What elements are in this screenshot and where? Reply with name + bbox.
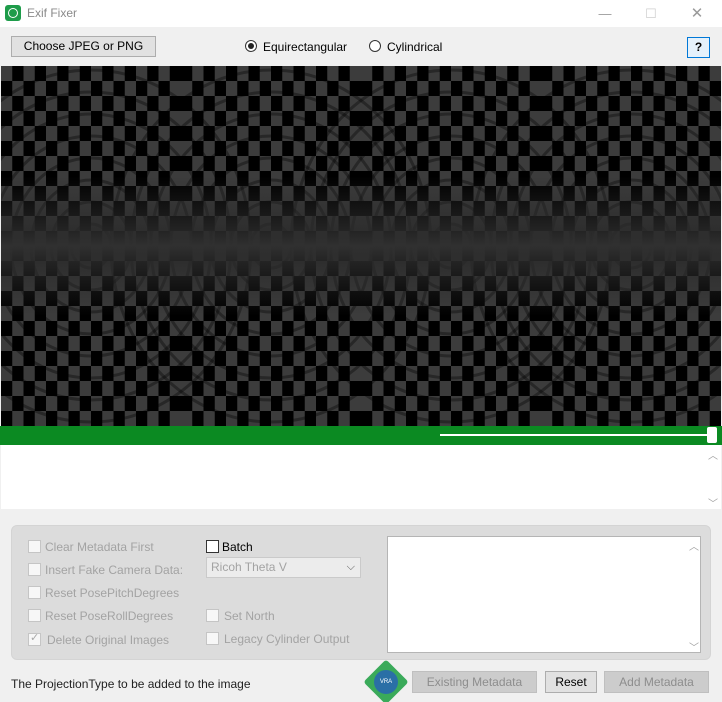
radio-cylindrical-label[interactable]: Cylindrical (387, 40, 442, 54)
close-button[interactable]: ✕ (674, 0, 720, 27)
scroll-up-icon[interactable]: ︿ (708, 447, 718, 462)
chevron-down-icon: ⌵ (346, 561, 355, 573)
scroll-down-icon[interactable]: ﹀ (689, 639, 699, 654)
fake-camera-checkbox[interactable] (28, 563, 41, 576)
set-north-label: Set North (224, 609, 275, 623)
status-bar: The ProjectionType to be added to the im… (0, 659, 722, 702)
clear-metadata-checkbox[interactable] (28, 540, 41, 553)
radio-cylindrical[interactable] (369, 40, 381, 52)
options-panel: Clear Metadata First Batch Insert Fake C… (11, 525, 711, 660)
batch-checkbox[interactable] (206, 540, 219, 553)
clear-metadata-label: Clear Metadata First (45, 540, 154, 554)
reset-button[interactable]: Reset (545, 671, 597, 693)
panorama-preview-image (1, 66, 721, 426)
camera-select[interactable]: Ricoh Theta V ⌵ (206, 557, 361, 578)
status-text: The ProjectionType to be added to the im… (11, 677, 251, 691)
reset-pitch-label: Reset PosePitchDegrees (45, 586, 180, 600)
scroll-up-icon[interactable]: ︿ (689, 538, 699, 553)
delete-originals-label: Delete Original Images (47, 633, 170, 647)
reset-pitch-checkbox[interactable] (28, 586, 41, 599)
window-title: Exif Fixer (27, 6, 78, 20)
reset-roll-label: Reset PoseRollDegrees (45, 609, 174, 623)
radio-equirectangular-label[interactable]: Equirectangular (263, 40, 347, 54)
slider-thumb[interactable] (707, 427, 718, 443)
minimize-button[interactable]: — (582, 0, 628, 27)
image-preview (1, 66, 721, 426)
existing-metadata-button[interactable]: Existing Metadata (412, 671, 537, 693)
radio-equirectangular[interactable] (245, 40, 257, 52)
help-button[interactable]: ? (687, 37, 710, 58)
add-metadata-button[interactable]: Add Metadata (604, 671, 709, 693)
maximize-button[interactable]: ☐ (628, 0, 674, 27)
vra-logo: VRA (374, 670, 398, 694)
set-north-checkbox[interactable] (206, 609, 219, 622)
camera-select-value: Ricoh Theta V (211, 560, 287, 574)
scroll-down-icon[interactable]: ﹀ (708, 495, 718, 510)
legacy-cylinder-label: Legacy Cylinder Output (224, 632, 350, 646)
app-icon (5, 5, 21, 21)
batch-label: Batch (222, 540, 253, 554)
metadata-textbox[interactable]: ︿ ﹀ (387, 536, 701, 654)
legacy-cylinder-checkbox[interactable] (206, 632, 219, 645)
choose-file-button[interactable]: Choose JPEG or PNG (11, 36, 156, 57)
reset-roll-checkbox[interactable] (28, 609, 41, 622)
output-log[interactable]: ︿ ﹀ (1, 445, 721, 510)
fake-camera-label: Insert Fake Camera Data: (45, 563, 184, 577)
slider-track[interactable] (440, 434, 715, 436)
toolbar: Choose JPEG or PNG Equirectangular Cylin… (0, 27, 722, 66)
delete-originals-checkbox[interactable] (28, 631, 41, 646)
progress-bar (0, 426, 722, 445)
title-bar: Exif Fixer — ☐ ✕ (0, 0, 722, 27)
